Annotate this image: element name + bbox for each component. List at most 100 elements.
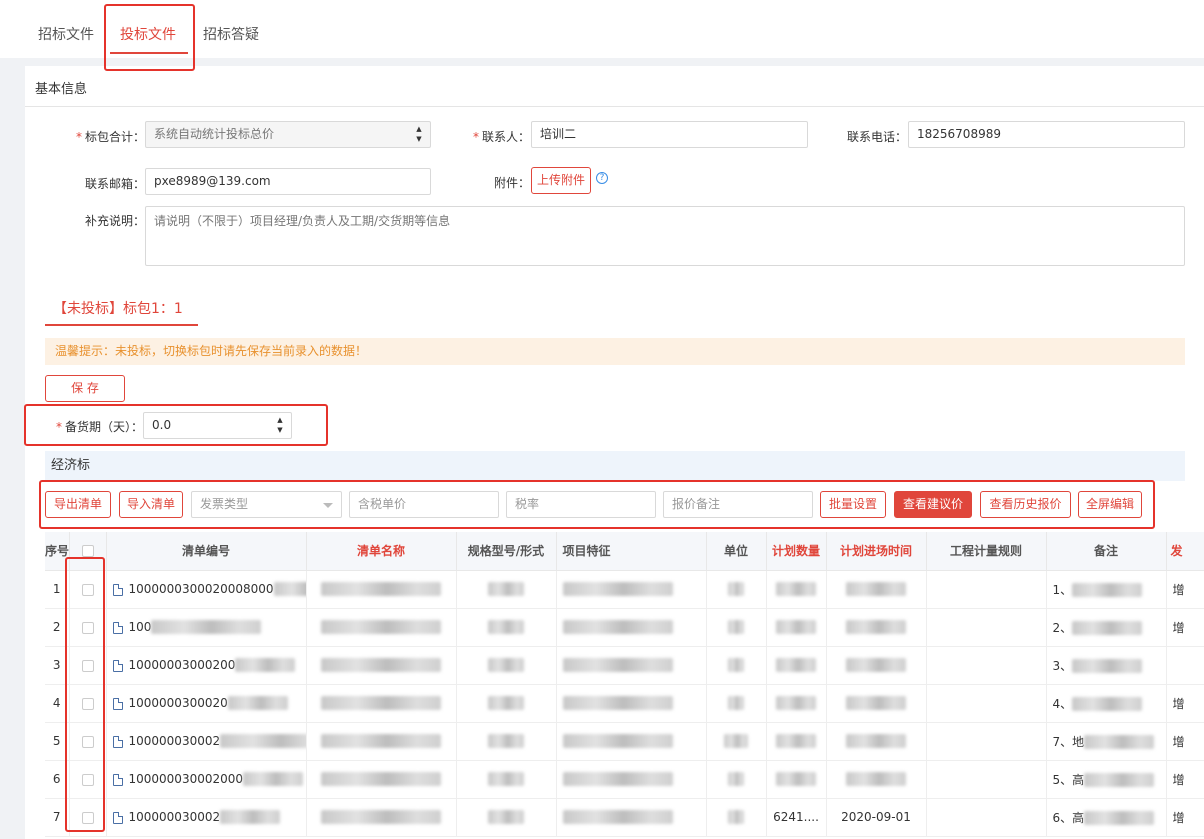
stock-period-spinner[interactable]: ▲ ▼	[275, 415, 285, 436]
stock-period-input[interactable]: 0.0 ▲ ▼	[143, 412, 292, 439]
row-checkbox[interactable]	[81, 697, 94, 710]
row-qty	[766, 570, 827, 609]
row-code[interactable]: 100	[106, 608, 307, 647]
select-all-checkbox[interactable]	[81, 545, 94, 558]
view-history-quotes-button[interactable]: 查看历史报价	[980, 491, 1071, 518]
table-row[interactable]: 6 100000030002000 5、高增	[45, 760, 1204, 799]
main-panel: 基本信息 * 标包合计： 系统自动统计投标总价 ▲ ▼ * 联系人： 培训二 联系电话…	[25, 66, 1204, 839]
table-row[interactable]: 4 1000000300020 4、增	[45, 684, 1204, 723]
row-feature	[556, 722, 707, 761]
row-checkbox[interactable]	[81, 735, 94, 748]
row-feature	[556, 684, 707, 723]
tab-bid-doc[interactable]: 投标文件	[120, 24, 176, 44]
redacted-text	[776, 696, 816, 711]
row-code[interactable]: 10000003000200	[106, 646, 307, 685]
redacted-text	[1072, 659, 1143, 673]
row-checkbox[interactable]	[81, 659, 94, 672]
remark-textarea[interactable]	[145, 206, 1185, 266]
row-number: 7	[45, 798, 70, 837]
row-code[interactable]: 100000030002000	[106, 760, 307, 799]
remark-label: 补充说明：	[84, 214, 145, 228]
row-checkbox[interactable]	[81, 811, 94, 824]
invoice-type-select[interactable]: 发票类型	[191, 491, 342, 518]
chevron-down-icon	[323, 503, 333, 508]
redacted-text	[1084, 773, 1155, 787]
col-qty: 计划数量	[766, 532, 827, 571]
redacted-text	[321, 734, 441, 749]
redacted-text	[846, 734, 906, 749]
row-code[interactable]: 1000000300020008000	[106, 570, 307, 609]
email-input[interactable]: pxe8989@139.com	[145, 168, 431, 195]
document-icon	[112, 659, 123, 672]
table-row[interactable]: 7 100000030002 6241.... 2020-09-01 6、高增	[45, 798, 1204, 837]
redacted-text	[321, 582, 441, 597]
row-spec	[456, 608, 557, 647]
row-code[interactable]: 1000000300020	[106, 684, 307, 723]
redacted-text	[728, 620, 744, 635]
redacted-text	[321, 772, 441, 787]
redacted-text	[1084, 735, 1155, 749]
col-unit: 单位	[706, 532, 767, 571]
table-row[interactable]: 1 1000000300020008000 1、增	[45, 570, 1204, 609]
redacted-text	[488, 696, 524, 711]
contact-label: * 联系人：	[472, 130, 530, 144]
document-icon	[112, 735, 123, 748]
row-spec	[456, 684, 557, 723]
table-row[interactable]: 3 10000003000200 3、	[45, 646, 1204, 685]
redacted-text	[562, 810, 673, 825]
redacted-text	[151, 620, 262, 635]
document-icon	[112, 621, 123, 634]
row-checkbox[interactable]	[81, 621, 94, 634]
row-select	[69, 570, 107, 609]
row-qty	[766, 608, 827, 647]
row-spec	[456, 646, 557, 685]
row-name	[306, 760, 457, 799]
row-number: 1	[45, 570, 70, 609]
row-feature	[556, 570, 707, 609]
package-tab-indicator	[45, 324, 198, 326]
upload-attachment-button[interactable]: 上传附件	[531, 167, 591, 194]
row-date	[826, 684, 927, 723]
tax-rate-input[interactable]: 税率	[506, 491, 656, 518]
row-remark: 2、	[1046, 608, 1167, 647]
view-suggested-price-button[interactable]: 查看建议价	[894, 491, 972, 518]
row-checkbox[interactable]	[81, 773, 94, 786]
redacted-text	[776, 734, 816, 749]
row-qty	[766, 684, 827, 723]
help-icon[interactable]: ?	[596, 172, 608, 184]
contact-input[interactable]: 培训二	[531, 121, 808, 148]
package-tab[interactable]: 【未投标】标包1：1	[53, 298, 183, 318]
row-number: 4	[45, 684, 70, 723]
redacted-text	[235, 658, 296, 673]
import-list-button[interactable]: 导入清单	[119, 491, 183, 518]
quote-remark-input[interactable]: 报价备注	[663, 491, 813, 518]
redacted-text	[776, 772, 816, 787]
redacted-text	[728, 810, 744, 825]
row-name	[306, 570, 457, 609]
tab-tender-qa[interactable]: 招标答疑	[203, 24, 259, 44]
row-date	[826, 570, 927, 609]
row-rule	[926, 608, 1047, 647]
tab-tender-doc[interactable]: 招标文件	[38, 24, 94, 44]
phone-input[interactable]: 18256708989	[908, 121, 1185, 148]
redacted-text	[846, 696, 906, 711]
save-button[interactable]: 保 存	[45, 375, 125, 402]
batch-settings-button[interactable]: 批量设置	[820, 491, 886, 518]
row-qty	[766, 722, 827, 761]
redacted-text	[1072, 697, 1143, 711]
row-rule	[926, 722, 1047, 761]
table-row[interactable]: 2 100 2、增	[45, 608, 1204, 647]
redacted-text	[1072, 621, 1143, 635]
table-row[interactable]: 5 100000030002 7、地增	[45, 722, 1204, 761]
divider	[25, 106, 1204, 107]
unit-price-input[interactable]: 含税单价	[349, 491, 499, 518]
row-code[interactable]: 100000030002	[106, 798, 307, 837]
row-code[interactable]: 100000030002	[106, 722, 307, 761]
row-checkbox[interactable]	[81, 583, 94, 596]
row-unit	[706, 798, 767, 837]
row-name	[306, 608, 457, 647]
row-spec	[456, 760, 557, 799]
fullscreen-edit-button[interactable]: 全屏编辑	[1078, 491, 1142, 518]
redacted-text	[321, 810, 441, 825]
export-list-button[interactable]: 导出清单	[45, 491, 111, 518]
